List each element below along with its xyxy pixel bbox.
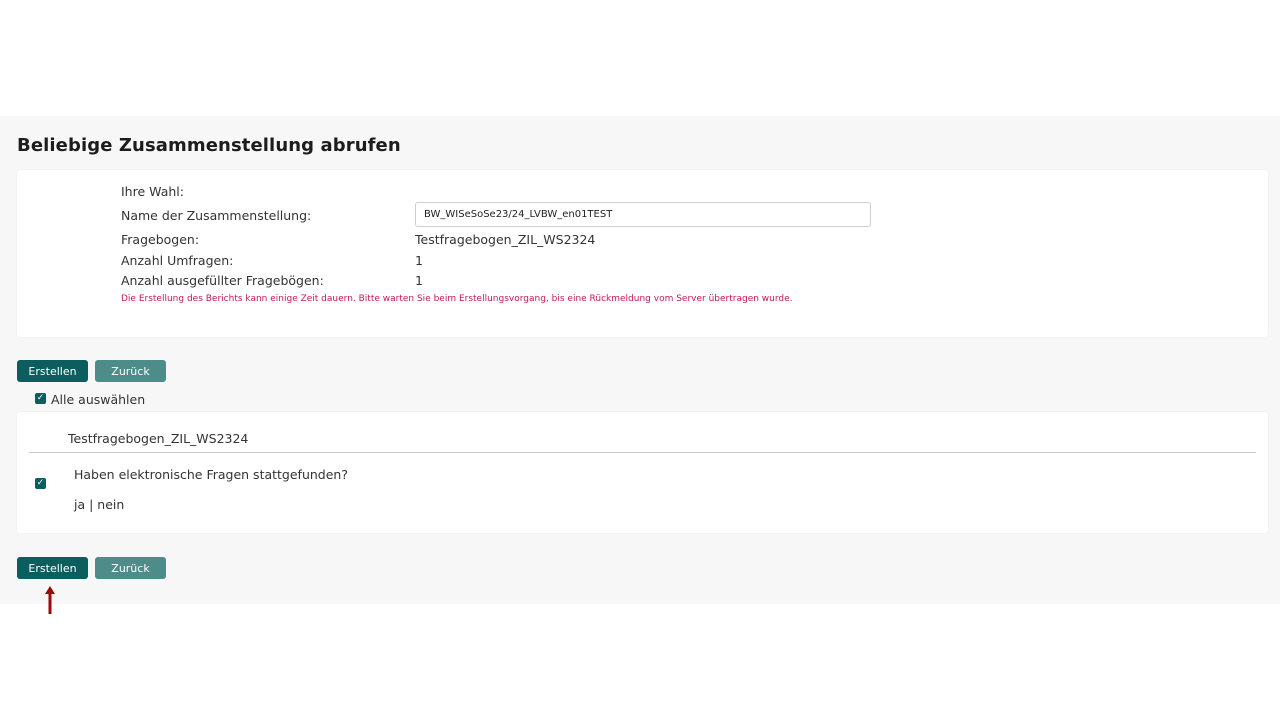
page-title: Beliebige Zusammenstellung abrufen [17, 135, 401, 156]
choice-label: Ihre Wahl: [121, 184, 184, 199]
processing-note: Die Erstellung des Berichts kann einige … [121, 294, 793, 304]
create-button-top[interactable]: Erstellen [17, 360, 88, 382]
questions-card: Testfragebogen_ZIL_WS2324 ✓ Haben elektr… [17, 412, 1268, 533]
filled-count-value: 1 [415, 273, 423, 288]
info-card: Ihre Wahl: Name der Zusammenstellung: Fr… [17, 170, 1268, 337]
question-text: Haben elektronische Fragen stattgefunden… [74, 467, 348, 482]
page-content: Beliebige Zusammenstellung abrufen Ihre … [0, 116, 1280, 604]
create-button-bottom[interactable]: Erstellen [17, 557, 88, 579]
questionnaire-header: Testfragebogen_ZIL_WS2324 [68, 431, 249, 446]
back-button-bottom[interactable]: Zurück [95, 557, 166, 579]
surveys-count-label: Anzahl Umfragen: [121, 253, 234, 268]
surveys-count-value: 1 [415, 253, 423, 268]
name-label: Name der Zusammenstellung: [121, 208, 312, 223]
questionnaire-label: Fragebogen: [121, 232, 200, 247]
checkmark-icon: ✓ [36, 478, 45, 488]
filled-count-label: Anzahl ausgefüllter Fragebögen: [121, 273, 324, 288]
question-answers: ja | nein [74, 497, 125, 512]
checkmark-icon: ✓ [36, 393, 45, 403]
arrow-up-icon [45, 586, 55, 614]
back-button-top[interactable]: Zurück [95, 360, 166, 382]
questionnaire-value: Testfragebogen_ZIL_WS2324 [415, 232, 596, 247]
name-input[interactable] [415, 202, 871, 227]
question-checkbox[interactable]: ✓ [35, 478, 46, 489]
select-all-label: Alle auswählen [51, 392, 146, 407]
select-all-checkbox[interactable]: ✓ [35, 393, 46, 404]
divider [29, 452, 1256, 453]
